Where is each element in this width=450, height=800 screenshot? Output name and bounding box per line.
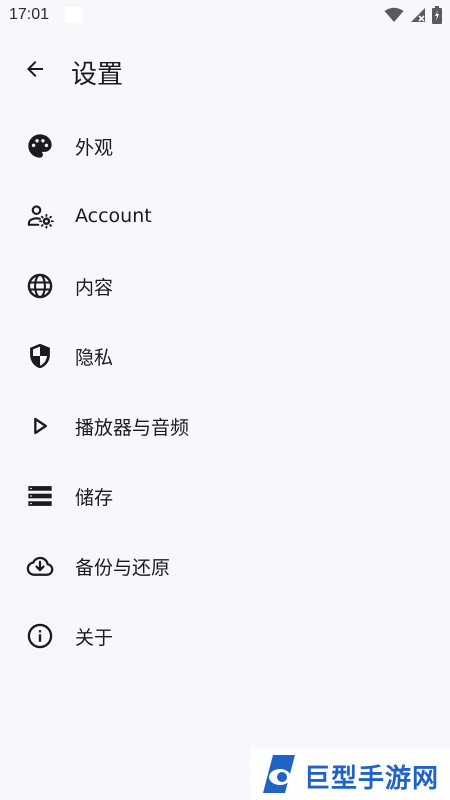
page-title: 设置 xyxy=(71,60,124,90)
watermark-logo-icon xyxy=(259,753,297,795)
notification-icon xyxy=(65,7,83,23)
settings-item-about[interactable]: 关于 xyxy=(0,601,450,671)
settings-item-account[interactable]: Account xyxy=(0,181,450,251)
wifi-icon xyxy=(384,7,404,27)
settings-item-label: 隐私 xyxy=(75,346,114,369)
palette-icon xyxy=(25,131,55,161)
settings-item-appearance[interactable]: 外观 xyxy=(0,111,450,181)
account-settings-icon xyxy=(25,201,55,231)
toolbar: 设置 xyxy=(0,40,450,100)
settings-list: 外观 Account 内容 隐私 播放器与音频 储存 备份与还原 关于 xyxy=(0,111,450,671)
settings-item-label: 外观 xyxy=(75,136,114,159)
back-button[interactable] xyxy=(20,56,50,86)
watermark: 巨型手游网 xyxy=(250,749,450,800)
status-bar: 17:01 xyxy=(0,0,450,30)
watermark-text: 巨型手游网 xyxy=(304,764,440,794)
settings-item-label: 内容 xyxy=(75,276,114,299)
cloud-download-icon xyxy=(25,551,55,581)
settings-item-player-audio[interactable]: 播放器与音频 xyxy=(0,391,450,461)
settings-item-privacy[interactable]: 隐私 xyxy=(0,321,450,391)
settings-item-content[interactable]: 内容 xyxy=(0,251,450,321)
globe-icon xyxy=(25,271,55,301)
play-icon xyxy=(25,411,55,441)
status-icons xyxy=(384,6,442,28)
settings-item-label: Account xyxy=(75,205,152,227)
status-time: 17:01 xyxy=(9,6,50,23)
settings-item-storage[interactable]: 储存 xyxy=(0,461,450,531)
arrow-left-icon xyxy=(23,57,47,85)
storage-icon xyxy=(25,481,55,511)
settings-item-label: 关于 xyxy=(75,626,114,649)
signal-icon xyxy=(410,7,426,27)
settings-item-backup-restore[interactable]: 备份与还原 xyxy=(0,531,450,601)
settings-item-label: 储存 xyxy=(75,486,114,509)
info-icon xyxy=(25,621,55,651)
settings-item-label: 播放器与音频 xyxy=(75,416,190,439)
shield-icon xyxy=(25,341,55,371)
battery-icon xyxy=(432,6,442,28)
settings-item-label: 备份与还原 xyxy=(75,556,171,579)
